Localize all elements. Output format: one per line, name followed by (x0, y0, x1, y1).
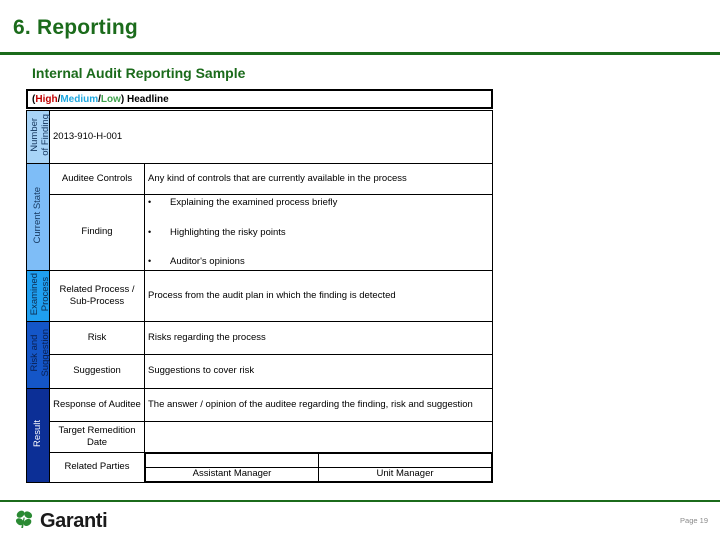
target-remedition-date-value[interactable] (144, 420, 493, 453)
clover-icon (13, 508, 35, 535)
table-row: Risk and Suggestion Risk Risks regarding… (26, 320, 493, 389)
table-row: Finding • Explaining the examined proces… (27, 194, 493, 271)
table-row: Suggestion Suggestions to cover risk (27, 353, 493, 389)
headline-severity-bar: (High / Medium / Low) Headline (26, 89, 493, 109)
related-parties-label: Related Parties (49, 451, 145, 483)
bullet-icon: • (148, 226, 152, 237)
page-number: Page 19 (680, 516, 708, 525)
signature-label-unit-manager: Unit Manager (318, 466, 492, 482)
signature-label-assistant-manager: Assistant Manager (145, 466, 319, 482)
finding-number-value: 2013-910-H-001 (49, 110, 493, 164)
band-examined-process: Examined Process (26, 269, 51, 322)
response-of-auditee-label: Response of Auditee (49, 387, 145, 422)
table-row: Current State Auditee Controls Any kind … (26, 163, 493, 271)
table-row: Related Parties Assistant Manager Unit M… (27, 451, 493, 483)
list-item: • Auditor's opinions (148, 256, 489, 268)
finding-label: Finding (49, 194, 145, 271)
risk-value: Risks regarding the process (144, 320, 493, 355)
band-current-state: Current State (26, 163, 50, 271)
band-risk-and-suggestion: Risk and Suggestion (26, 320, 51, 389)
footer-divider (0, 500, 720, 502)
suggestion-label: Suggestion (49, 353, 145, 389)
band-label: Current State (31, 186, 43, 244)
related-process-label: Related Process / Sub-Process (49, 269, 145, 322)
list-item-text: Explaining the examined process briefly (170, 197, 338, 208)
risk-label: Risk (49, 320, 145, 355)
severity-medium-label: Medium (60, 93, 99, 105)
brand-name: Garanti (40, 510, 108, 532)
list-item: • Highlighting the risky points (148, 227, 489, 239)
table-row: Result Response of Auditee The answer / … (26, 387, 493, 483)
signature-name-row: Assistant Manager Unit Manager (145, 466, 492, 482)
bullet-icon: • (148, 197, 152, 207)
band-label: Number of Finding (29, 114, 51, 156)
signature-table: Assistant Manager Unit Manager (145, 452, 492, 482)
title-divider (0, 52, 720, 55)
target-remedition-date-label: Target Remedition Date (49, 420, 145, 453)
brand-logo: Garanti (13, 508, 108, 535)
auditee-controls-label: Auditee Controls (49, 163, 145, 195)
headline-close-text: ) Headline (120, 93, 169, 105)
finding-bullet-list: • Explaining the examined process briefl… (144, 194, 493, 271)
audit-report-table: Number of Finding 2013-910-H-001 Current… (26, 110, 493, 483)
signature-field-assistant-manager[interactable] (145, 452, 319, 468)
list-item-text: Highlighting the risky points (170, 226, 286, 238)
list-item-text: Auditor's opinions (170, 255, 245, 267)
table-row: Target Remedition Date (27, 420, 493, 453)
band-result: Result (26, 387, 50, 483)
auditee-controls-value: Any kind of controls that are currently … (144, 163, 493, 195)
band-label: Examined Process (29, 272, 51, 315)
page-title: 6. Reporting (13, 16, 138, 39)
severity-high-label: High (35, 93, 58, 105)
response-of-auditee-value: The answer / opinion of the auditee rega… (144, 387, 493, 422)
related-process-value: Process from the audit plan in which the… (144, 269, 493, 322)
related-parties-signatures: Assistant Manager Unit Manager (144, 451, 493, 483)
section-heading: Internal Audit Reporting Sample (32, 65, 246, 81)
suggestion-value: Suggestions to cover risk (144, 353, 493, 389)
table-row: Number of Finding 2013-910-H-001 (26, 110, 493, 164)
bullet-icon: • (148, 255, 152, 266)
band-label: Risk and Suggestion (29, 329, 51, 377)
severity-low-label: Low (100, 93, 121, 105)
band-label: Result (31, 419, 43, 447)
band-number-of-finding: Number of Finding (26, 110, 51, 164)
list-item: • Explaining the examined process briefl… (148, 197, 489, 209)
signature-blank-row (145, 452, 492, 468)
signature-field-unit-manager[interactable] (318, 452, 492, 468)
table-row: Examined Process Related Process / Sub-P… (26, 269, 493, 322)
